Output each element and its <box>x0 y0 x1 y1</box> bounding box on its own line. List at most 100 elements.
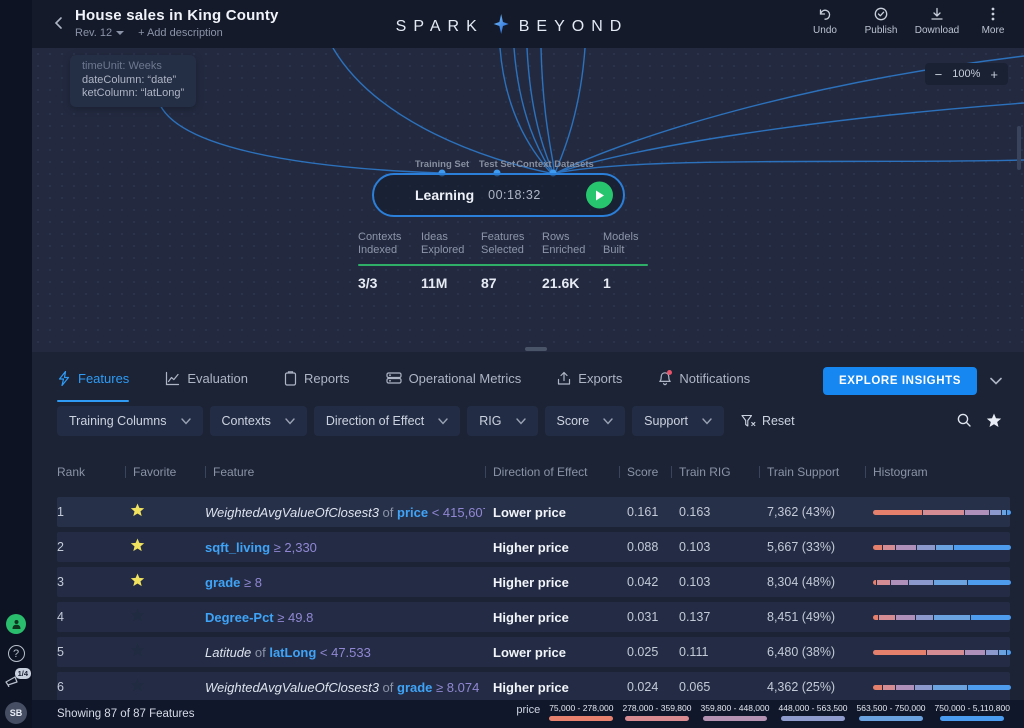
feature-cell[interactable]: WeightedAvgValueOfClosest3 of grade ≥ 8.… <box>205 680 485 695</box>
feature-part: < 415,607.181 <box>428 505 485 520</box>
feature-part: WeightedAvgValueOfClosest3 <box>205 680 379 695</box>
favorite-star-icon[interactable] <box>125 503 205 522</box>
explore-insights-button[interactable]: EXPLORE INSIGHTS <box>823 367 977 395</box>
download-button[interactable]: Download <box>914 6 960 36</box>
feature-part: grade <box>205 575 240 590</box>
train-rig-cell: 0.103 <box>671 540 759 554</box>
filter-score[interactable]: Score <box>545 406 626 436</box>
add-description-link[interactable]: + Add description <box>138 27 223 39</box>
revision-selector[interactable]: Rev. 12 <box>75 27 124 39</box>
tab-operational-metrics[interactable]: Operational Metrics <box>386 362 522 398</box>
logo-text-right: BEYOND <box>519 18 629 36</box>
filter-rig[interactable]: RIG <box>467 406 537 436</box>
train-rig-cell: 0.065 <box>671 680 759 694</box>
user-avatar[interactable]: SB <box>5 702 27 724</box>
favorite-star-icon[interactable] <box>125 573 205 592</box>
legend-color-bar <box>940 716 1004 721</box>
onboarding-progress-icon[interactable]: 1/4 <box>5 673 27 691</box>
favorite-star-icon[interactable] <box>125 608 205 627</box>
tab-label: Notifications <box>679 371 750 386</box>
chevron-down-icon[interactable] <box>990 372 1002 390</box>
zoom-out-button[interactable]: − <box>935 68 943 81</box>
favorites-filter-star-icon[interactable] <box>986 413 1002 433</box>
score-cell: 0.025 <box>619 645 671 659</box>
column-header[interactable]: Score <box>619 465 671 479</box>
price-legend: price 75,000 - 278,000278,000 - 359,8003… <box>516 703 1010 721</box>
undo-icon <box>817 6 833 22</box>
feature-cell[interactable]: sqft_living ≥ 2,330 <box>205 540 485 555</box>
panel-resize-handle[interactable] <box>525 347 547 351</box>
favorite-star-icon[interactable] <box>125 678 205 697</box>
action-label: Undo <box>813 25 837 36</box>
tab-features[interactable]: Features <box>57 362 129 398</box>
histogram-cell <box>865 615 1015 620</box>
app-sidebar: ? 1/4 SB <box>0 0 32 728</box>
histogram-segment <box>915 685 932 690</box>
favorite-star-icon[interactable] <box>125 643 205 662</box>
chevron-down-icon <box>603 418 613 425</box>
action-label: Publish <box>865 25 898 36</box>
feature-cell[interactable]: Degree-Pct ≥ 49.8 <box>205 610 485 625</box>
back-button[interactable] <box>50 14 68 32</box>
pipeline-canvas[interactable]: timeUnit: WeeksdateColumn: “date”ketColu… <box>32 48 1024 352</box>
help-icon[interactable]: ? <box>8 645 25 662</box>
reset-filters-button[interactable]: Reset <box>741 414 795 428</box>
column-header[interactable]: Train Support <box>759 465 865 479</box>
filter-label: Direction of Effect <box>326 414 424 428</box>
direction-cell: Higher price <box>485 680 619 695</box>
filter-training-columns[interactable]: Training Columns <box>57 406 203 436</box>
column-header[interactable]: Favorite <box>125 465 205 479</box>
tab-label: Reports <box>304 371 350 386</box>
filter-direction-of-effect[interactable]: Direction of Effect <box>314 406 460 436</box>
filter-support[interactable]: Support <box>632 406 724 436</box>
train-support-cell: 4,362 (25%) <box>759 680 865 694</box>
filter-contexts[interactable]: Contexts <box>210 406 307 436</box>
table-row[interactable]: 1 WeightedAvgValueOfClosest3 of price < … <box>57 497 1010 527</box>
column-header[interactable]: Feature <box>205 465 485 479</box>
top-bar: House sales in King County Rev. 12 + Add… <box>0 0 1024 48</box>
zoom-control: − 100% + <box>925 63 1008 85</box>
feature-part: Latitude <box>205 645 251 660</box>
feature-cell[interactable]: grade ≥ 8 <box>205 575 485 590</box>
feature-part: sqft_living <box>205 540 270 555</box>
tooltip-line: timeUnit: Weeks <box>82 60 184 74</box>
canvas-scrollbar[interactable] <box>1017 126 1021 170</box>
table-row[interactable]: 6 WeightedAvgValueOfClosest3 of grade ≥ … <box>57 672 1010 700</box>
favorite-star-icon[interactable] <box>125 538 205 557</box>
tab-exports[interactable]: Exports <box>557 362 622 398</box>
filter-reset-icon <box>741 414 756 428</box>
tab-evaluation[interactable]: Evaluation <box>165 362 248 398</box>
column-header[interactable]: Train RIG <box>671 465 759 479</box>
support-chat-icon[interactable] <box>6 614 26 634</box>
tour-progress-badge: 1/4 <box>15 668 31 679</box>
publish-button[interactable]: Publish <box>858 6 904 36</box>
histogram-segment <box>877 580 890 585</box>
play-button[interactable] <box>586 182 613 209</box>
filter-label: Contexts <box>222 414 271 428</box>
undo-button[interactable]: Undo <box>802 6 848 36</box>
table-row[interactable]: 3 grade ≥ 8 Higher price 0.042 0.103 8,3… <box>57 567 1010 597</box>
zoom-in-button[interactable]: + <box>990 68 998 81</box>
table-row[interactable]: 2 sqft_living ≥ 2,330 Higher price 0.088… <box>57 532 1010 562</box>
rank-cell: 3 <box>57 575 125 589</box>
feature-part: Degree-Pct <box>205 610 274 625</box>
column-header[interactable]: Rank <box>57 465 125 479</box>
more-button[interactable]: More <box>970 6 1016 36</box>
feature-cell[interactable]: Latitude of latLong < 47.533 <box>205 645 485 660</box>
legend-color-bar <box>549 716 613 721</box>
tab-reports[interactable]: Reports <box>284 362 350 398</box>
filter-label: RIG <box>479 414 501 428</box>
feature-cell[interactable]: WeightedAvgValueOfClosest3 of price < 41… <box>205 505 485 520</box>
table-row[interactable]: 4 Degree-Pct ≥ 49.8 Higher price 0.031 0… <box>57 602 1010 632</box>
legend-item: 448,000 - 563,500 <box>779 703 848 721</box>
tab-notifications[interactable]: Notifications <box>658 362 750 398</box>
notification-dot <box>667 370 672 375</box>
table-row[interactable]: 5 Latitude of latLong < 47.533 Lower pri… <box>57 637 1010 667</box>
search-icon[interactable] <box>956 412 972 433</box>
score-cell: 0.031 <box>619 610 671 624</box>
zoom-level: 100% <box>952 68 980 80</box>
histogram-segment <box>873 580 876 585</box>
column-header[interactable]: Histogram <box>865 465 1010 479</box>
column-header[interactable]: Direction of Effect <box>485 465 619 479</box>
stat-value: 3/3 <box>358 275 421 291</box>
